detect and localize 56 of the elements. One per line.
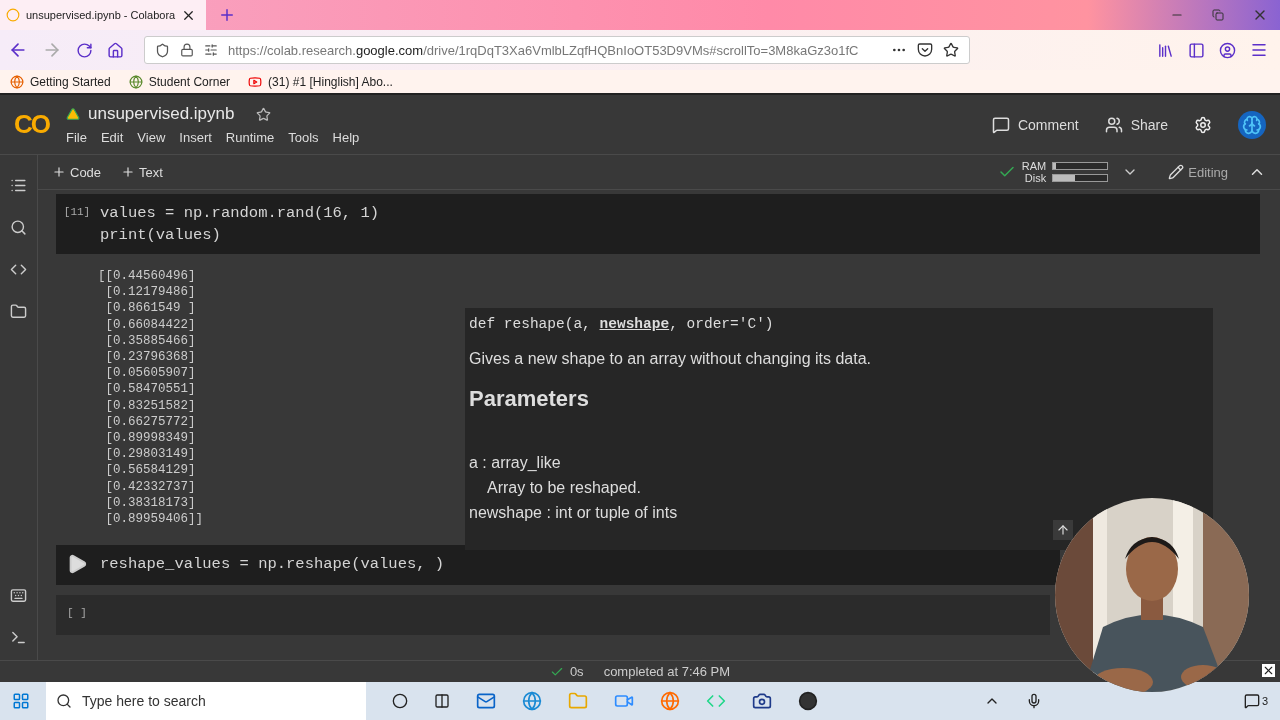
output-line: [0.58470551] xyxy=(104,381,196,398)
execution-count: [ ] xyxy=(66,607,88,620)
menu-item[interactable]: Runtime xyxy=(225,130,275,145)
menu-item[interactable]: Edit xyxy=(100,130,124,145)
address-bar[interactable]: https://colab.research.google.com/drive/1rqDqT3Xa6VmlbLZqfHQBnIoOT53D9VMs#scrollTo=3M8kaGz3o1fC xyxy=(144,36,970,64)
menu-item[interactable]: View xyxy=(137,130,166,145)
output-line: [0.42332737] xyxy=(104,478,196,495)
notebook-title[interactable]: unsupervised.ipynb xyxy=(88,104,235,124)
output-line: [0.35885466] xyxy=(104,332,196,349)
execution-count: [11] xyxy=(62,206,92,218)
add-code-button[interactable]: Code xyxy=(52,164,102,180)
bookmark[interactable]: Student Corner xyxy=(128,74,231,89)
search-placeholder: Type here to search xyxy=(82,693,206,709)
output-line: [0.66084422] xyxy=(104,316,196,333)
bookmark[interactable]: Getting Started xyxy=(10,74,111,89)
resource-label: RAM xyxy=(1021,160,1047,172)
duration-text: 0s xyxy=(569,664,584,679)
description-text: Gives a new shape to an array without changing its data. xyxy=(469,350,872,368)
parameter-description: Array to be reshaped. xyxy=(486,478,642,498)
status-text: completed at 7:46 PM xyxy=(603,664,731,679)
output-line: [0.89998349] xyxy=(104,430,196,447)
output-line: [0.29803149] xyxy=(104,446,196,463)
parameter-name: a : array_like xyxy=(469,453,562,473)
output-line: [[0.44560496] xyxy=(98,268,196,285)
resource-label: Disk xyxy=(1023,172,1047,184)
menu-item[interactable]: Insert xyxy=(179,130,212,145)
empty-cell[interactable]: [ ] xyxy=(56,595,1050,636)
resources-widget[interactable]: RAM Disk xyxy=(1021,160,1109,184)
output-line: [0.05605907] xyxy=(104,365,196,382)
output-line: [0.12179486] xyxy=(104,284,196,301)
menu-item[interactable]: Tools xyxy=(288,130,319,145)
output-line: [0.66275772] xyxy=(104,413,196,431)
code-line: values = np.random.rand(16, 1) xyxy=(100,203,380,224)
menu-item[interactable]: File xyxy=(66,130,87,145)
output-line: [0.89959406]] xyxy=(104,511,204,528)
tab-title: unsupervised.ipynb - Colabora xyxy=(26,9,176,21)
code-line[interactable]: reshape_values = np.reshape(values, ) xyxy=(100,553,445,576)
editing-button[interactable]: Editing xyxy=(1168,164,1228,180)
parameters-heading: Parameters xyxy=(469,386,590,412)
colab-logo: CO xyxy=(14,109,51,140)
comment-button[interactable]: Comment xyxy=(991,115,1079,134)
output-line: [0.8661549 ] xyxy=(104,300,196,317)
code-line: print(values) xyxy=(100,225,222,246)
taskbar-search[interactable]: Type here to search xyxy=(46,682,366,720)
output-line: [0.38318173] xyxy=(104,494,196,512)
menu-item[interactable]: Help xyxy=(332,130,360,145)
add-text-button[interactable]: Text xyxy=(121,164,163,180)
browser-tab[interactable]: unsupervised.ipynb - Colabora xyxy=(0,0,206,30)
url-text: https://colab.research.google.com/drive/1rqDqT3Xa6VmlbLZqfHQBnIoOT53D9VMs#scrollTo=3M8kaGz3o1fC xyxy=(228,42,860,58)
output-line: [0.23796368] xyxy=(104,349,196,366)
function-signature: def reshape(a, newshape, order='C') xyxy=(469,316,775,334)
parameter-name: newshape : int or tuple of ints xyxy=(469,503,679,523)
output-line: [0.56584129] xyxy=(104,462,196,479)
bookmark[interactable]: (31) #1 [Hinglish] Abo... xyxy=(248,74,393,89)
share-button[interactable]: Share xyxy=(1104,115,1168,134)
output-line: [0.83251582] xyxy=(104,397,196,414)
